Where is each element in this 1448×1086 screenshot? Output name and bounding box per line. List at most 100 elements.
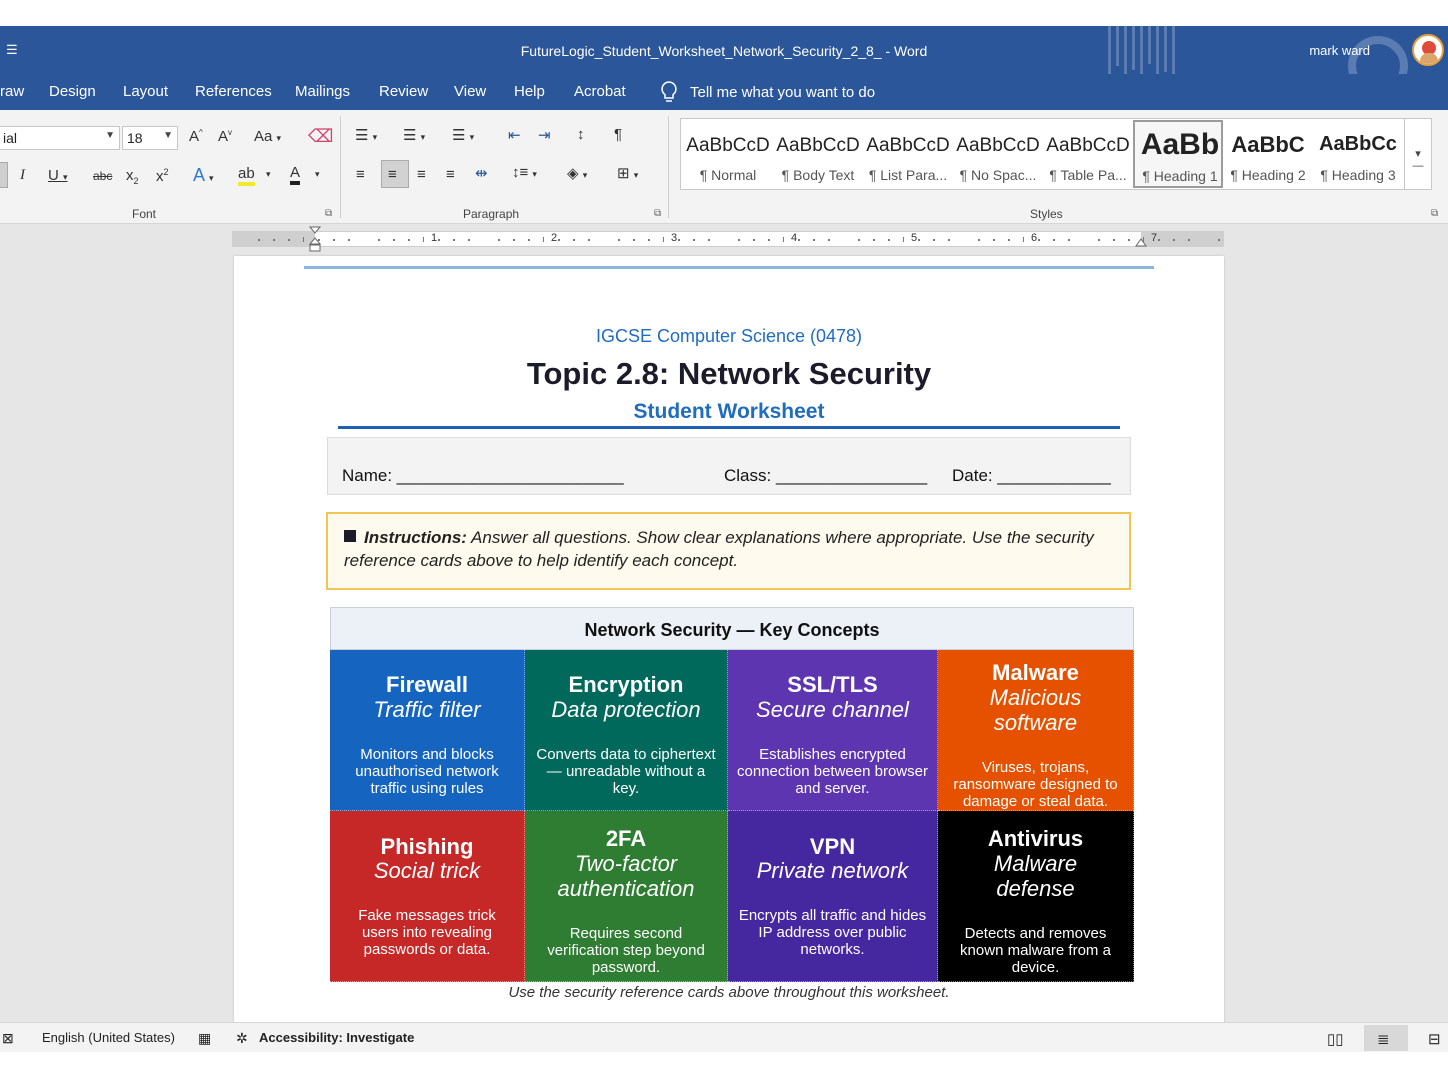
chevron-down-icon[interactable]: ▾ bbox=[266, 169, 271, 180]
ruler-tick bbox=[543, 237, 544, 242]
superscript-icon[interactable]: x2 bbox=[156, 167, 169, 185]
sort-icon[interactable]: ↕ bbox=[577, 126, 585, 143]
paragraph-group-label: Paragraph bbox=[463, 207, 520, 221]
ruler-tick bbox=[783, 237, 784, 242]
grow-font-icon[interactable]: A^ bbox=[189, 128, 203, 145]
card-description: Encrypts all traffic and hides IP addres… bbox=[738, 907, 927, 958]
style-list-paragraph[interactable]: AaBbCcD ¶ List Para... bbox=[863, 119, 953, 189]
dialog-launcher-icon[interactable]: ⧉ bbox=[654, 208, 661, 219]
read-mode-icon[interactable]: ▯▯ bbox=[1327, 1030, 1344, 1048]
card-title: Encryption bbox=[568, 672, 684, 697]
increase-indent-icon[interactable]: ⇥ bbox=[538, 126, 551, 144]
tab-references[interactable]: References bbox=[195, 83, 272, 100]
dialog-launcher-icon[interactable]: ⧉ bbox=[325, 208, 332, 219]
style-normal[interactable]: AaBbCcD ¶ Normal bbox=[683, 119, 773, 189]
decrease-indent-icon[interactable]: ⇤ bbox=[508, 126, 521, 144]
tell-me-search[interactable]: Tell me what you want to do bbox=[660, 81, 875, 103]
distributed-icon[interactable]: ⇹ bbox=[475, 164, 488, 182]
style-heading-1[interactable]: AaBb ¶ Heading 1 bbox=[1133, 120, 1223, 188]
multilevel-list-icon[interactable]: ☰ ▾ bbox=[452, 126, 474, 144]
tab-layout[interactable]: Layout bbox=[123, 83, 168, 100]
card-description: Viruses, trojans, ransomware designed to… bbox=[953, 759, 1118, 810]
justify-icon[interactable]: ≡ bbox=[446, 166, 455, 183]
shrink-font-icon[interactable]: Av bbox=[218, 128, 232, 145]
bullets-icon[interactable]: ☰ ▾ bbox=[355, 126, 377, 144]
document-page[interactable]: IGCSE Computer Science (0478) Topic 2.8:… bbox=[234, 256, 1224, 1026]
text-predictions-icon[interactable]: ▦ bbox=[198, 1030, 211, 1047]
class-field[interactable]: Class: ________________ bbox=[724, 466, 927, 486]
card-subtitle: Traffic filter bbox=[373, 697, 481, 722]
avatar[interactable] bbox=[1412, 34, 1444, 66]
tab-view[interactable]: View bbox=[454, 83, 486, 100]
line-spacing-icon[interactable]: ↕≡ ▾ bbox=[512, 164, 537, 181]
ruler-tick bbox=[588, 239, 590, 241]
ruler-tick bbox=[408, 239, 410, 241]
date-field[interactable]: Date: ____________ bbox=[952, 466, 1111, 486]
card-title: SSL/TLS bbox=[787, 672, 878, 697]
tab-design[interactable]: Design bbox=[49, 83, 96, 100]
accessibility-status[interactable]: Accessibility: Investigate bbox=[259, 1030, 414, 1045]
style-heading-3[interactable]: AaBbCc ¶ Heading 3 bbox=[1313, 119, 1403, 189]
strikethrough-icon[interactable]: abc bbox=[93, 169, 112, 183]
style-sample: AaBbCcD bbox=[686, 135, 770, 156]
document-title: FutureLogic_Student_Worksheet_Network_Se… bbox=[520, 43, 928, 59]
ruler-number: 5 bbox=[911, 232, 918, 244]
ruler-tick bbox=[678, 239, 680, 241]
web-layout-icon[interactable]: ⊟ bbox=[1428, 1030, 1441, 1048]
text-effects-icon[interactable]: A ▾ bbox=[193, 165, 214, 186]
style-table-paragraph[interactable]: AaBbCcD ¶ Table Pa... bbox=[1043, 119, 1133, 189]
tab-acrobat[interactable]: Acrobat bbox=[574, 83, 626, 100]
page-subtitle: Student Worksheet bbox=[633, 400, 825, 423]
style-no-spacing[interactable]: AaBbCcD ¶ No Spac... bbox=[953, 119, 1043, 189]
ruler-tick bbox=[348, 239, 350, 241]
underline-icon[interactable]: U ▾ bbox=[48, 167, 68, 184]
styles-more-icon[interactable]: ▾ — bbox=[1404, 118, 1432, 190]
ruler-tick bbox=[438, 239, 440, 241]
font-size-value: 18 bbox=[127, 130, 143, 146]
bold-button[interactable] bbox=[0, 162, 8, 188]
right-indent-marker-icon[interactable] bbox=[1135, 234, 1147, 248]
subscript-icon[interactable]: x2 bbox=[126, 167, 139, 186]
italic-icon[interactable]: I bbox=[20, 167, 25, 184]
ruler-tick bbox=[1188, 239, 1190, 241]
ruler-tick bbox=[528, 239, 530, 241]
highlight-icon[interactable]: ab bbox=[238, 165, 255, 186]
horizontal-ruler[interactable]: 1 2 3 4 5 6 7 bbox=[232, 226, 1224, 252]
borders-icon[interactable]: ⊞ ▾ bbox=[617, 164, 638, 182]
tab-draw[interactable]: raw bbox=[0, 83, 24, 100]
tab-mailings[interactable]: Mailings bbox=[295, 83, 350, 100]
language-status[interactable]: English (United States) bbox=[42, 1030, 175, 1045]
style-heading-2[interactable]: AaBbC ¶ Heading 2 bbox=[1223, 119, 1313, 189]
ruler-tick bbox=[318, 239, 320, 241]
align-left-icon[interactable]: ≡ bbox=[356, 166, 365, 183]
ruler-tick bbox=[573, 239, 575, 241]
ruler-tick bbox=[453, 239, 455, 241]
tab-review[interactable]: Review bbox=[379, 83, 428, 100]
tab-help[interactable]: Help bbox=[514, 83, 545, 100]
card-vpn: VPN Private network Encrypts all traffic… bbox=[728, 811, 938, 982]
chevron-down-icon[interactable]: ▾ bbox=[315, 169, 320, 180]
style-name: ¶ Heading 2 bbox=[1230, 167, 1306, 183]
cards-caption: Use the security reference cards above t… bbox=[508, 984, 950, 1001]
clear-formatting-icon[interactable]: ⌫ bbox=[308, 126, 333, 147]
shading-icon[interactable]: ◈ ▾ bbox=[567, 164, 587, 182]
card-description: Converts data to ciphertext — unreadable… bbox=[536, 746, 716, 797]
ruler-tick bbox=[378, 239, 380, 241]
style-sample: AaBbCcD bbox=[956, 135, 1040, 156]
font-name-combo[interactable]: ial ▼ bbox=[0, 126, 120, 150]
font-color-icon[interactable]: A bbox=[290, 164, 301, 185]
name-field[interactable]: Name: ________________________ bbox=[342, 466, 624, 486]
numbering-icon[interactable]: ☰ ▾ bbox=[403, 126, 425, 144]
ruler-tick bbox=[903, 237, 904, 242]
align-right-icon[interactable]: ≡ bbox=[417, 166, 426, 183]
ruler-tick bbox=[888, 239, 890, 241]
proofing-icon[interactable]: ⊠ bbox=[2, 1030, 14, 1047]
ruler-tick bbox=[618, 239, 620, 241]
font-size-combo[interactable]: 18 ▼ bbox=[122, 126, 178, 150]
user-name[interactable]: mark ward bbox=[1309, 43, 1370, 58]
style-body-text[interactable]: AaBbCcD ¶ Body Text bbox=[773, 119, 863, 189]
accessibility-icon[interactable]: ✲ bbox=[236, 1030, 248, 1047]
show-formatting-icon[interactable]: ¶ bbox=[614, 126, 622, 143]
change-case-icon[interactable]: Aa ▾ bbox=[254, 128, 281, 145]
dialog-launcher-icon[interactable]: ⧉ bbox=[1431, 208, 1438, 219]
